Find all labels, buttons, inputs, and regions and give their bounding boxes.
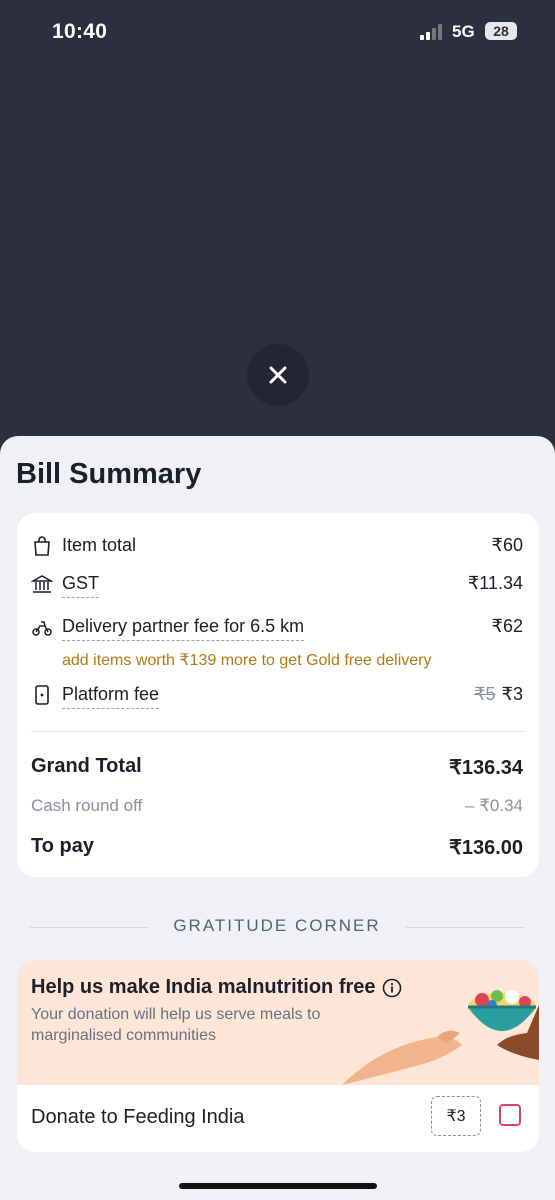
bill-card: Item total ₹60 GST ₹11.34 Delivery partn… — [17, 513, 539, 877]
battery-icon: 28 — [485, 22, 517, 40]
gratitude-corner-title: GRATITUDE CORNER — [173, 916, 381, 935]
item-total-value: ₹60 — [491, 535, 523, 555]
divider — [31, 731, 525, 732]
donation-card: Help us make India malnutrition free You… — [17, 960, 539, 1152]
grand-total-value: ₹136.34 — [449, 757, 523, 779]
gst-label: GST — [62, 573, 100, 598]
phone-icon — [35, 685, 49, 705]
status-bar: 10:40 5G 28 — [0, 0, 555, 64]
platform-fee-label: Platform fee — [62, 684, 160, 709]
bank-icon — [31, 575, 53, 593]
platform-fee-new-value: ₹3 — [501, 684, 523, 704]
cash-round-off-label: Cash round off — [31, 796, 143, 815]
cash-round-off-value: – ₹0.34 — [464, 796, 523, 815]
status-time: 10:40 — [52, 20, 108, 43]
donation-amount[interactable]: ₹3 — [431, 1096, 481, 1136]
food-bowl-illustration — [342, 990, 539, 1085]
delivery-fee-label: Delivery partner fee for 6.5 km — [62, 616, 305, 641]
free-delivery-hint: add items worth ₹139 more to get Gold fr… — [62, 652, 432, 669]
delivery-fee-value: ₹62 — [491, 616, 523, 636]
donation-banner: Help us make India malnutrition free You… — [17, 960, 539, 1085]
signal-icon — [420, 24, 442, 40]
bag-icon — [34, 536, 50, 556]
close-icon — [269, 366, 287, 384]
to-pay-value: ₹136.00 — [449, 837, 523, 859]
donation-checkbox[interactable] — [499, 1104, 521, 1126]
gst-value: ₹11.34 — [467, 573, 523, 593]
item-total-label: Item total — [62, 535, 137, 555]
bill-summary-title: Bill Summary — [16, 458, 202, 490]
donation-description: Your donation will help us serve meals t… — [31, 1006, 321, 1044]
donate-feeding-india-label: Donate to Feeding India — [31, 1106, 245, 1128]
platform-fee-value: ₹5 ₹3 — [474, 684, 523, 705]
platform-fee-old-value: ₹5 — [474, 684, 496, 704]
home-indicator — [179, 1183, 377, 1189]
to-pay-label: To pay — [31, 835, 94, 857]
grand-total-label: Grand Total — [31, 755, 142, 777]
network-type: 5G — [452, 22, 475, 41]
scooter-icon — [32, 621, 52, 636]
bill-summary-sheet: Bill Summary Item total ₹60 GST ₹11.34 D… — [0, 436, 555, 1200]
donation-title-text: Help us make India malnutrition free — [31, 976, 376, 998]
gratitude-corner-header: GRATITUDE CORNER — [30, 916, 524, 938]
close-button[interactable] — [247, 344, 309, 406]
